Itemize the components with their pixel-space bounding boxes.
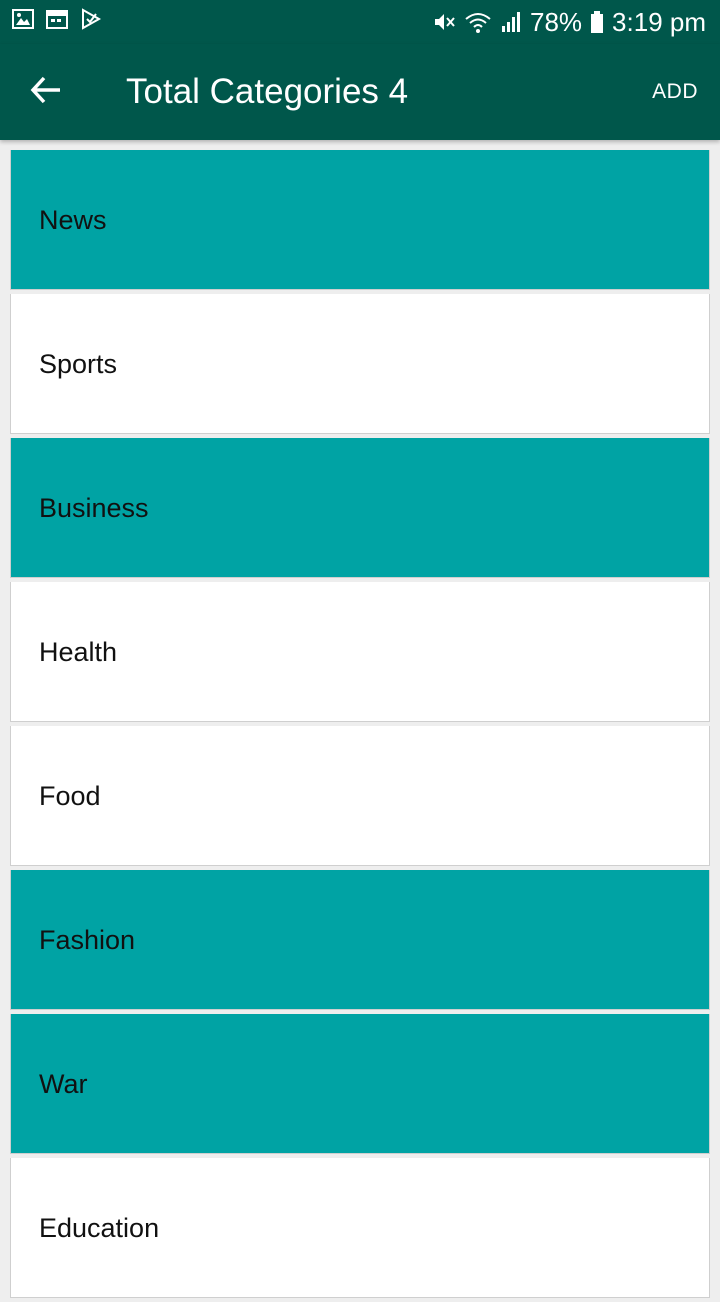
app-bar: Total Categories 4 ADD bbox=[0, 44, 720, 140]
category-list: News Sports Business Health Food Fashion War Ed… bbox=[10, 150, 710, 1302]
status-left-icons bbox=[12, 8, 102, 30]
signal-icon bbox=[500, 10, 522, 34]
category-label: Education bbox=[39, 1212, 160, 1243]
category-label: Health bbox=[39, 636, 118, 667]
battery-percent: 78% bbox=[530, 7, 583, 37]
page-title: Total Categories 4 bbox=[126, 72, 409, 111]
gallery-icon bbox=[12, 8, 34, 30]
wifi-icon bbox=[464, 10, 492, 34]
category-item-sports[interactable]: Sports bbox=[10, 294, 710, 434]
status-time: 3:19 pm bbox=[612, 7, 706, 37]
category-label: Fashion bbox=[39, 924, 136, 955]
category-item-education[interactable]: Education bbox=[10, 1158, 710, 1298]
category-item-business[interactable]: Business bbox=[10, 438, 710, 578]
category-item-health[interactable]: Health bbox=[10, 582, 710, 722]
arrow-back-icon bbox=[30, 76, 62, 109]
category-item-food[interactable]: Food bbox=[10, 726, 710, 866]
category-label: Sports bbox=[39, 348, 118, 379]
category-item-war[interactable]: War bbox=[10, 1014, 710, 1154]
category-item-fashion[interactable]: Fashion bbox=[10, 870, 710, 1010]
category-item-news[interactable]: News bbox=[10, 150, 710, 290]
mute-icon bbox=[432, 10, 456, 34]
add-button[interactable]: ADD bbox=[652, 78, 698, 106]
status-right-area: 78% 3:19 pm bbox=[432, 6, 706, 38]
back-button[interactable] bbox=[20, 68, 72, 116]
calendar-icon bbox=[46, 8, 68, 30]
category-label: Business bbox=[39, 492, 149, 523]
battery-icon bbox=[590, 10, 604, 34]
play-store-icon bbox=[80, 8, 102, 30]
status-bar: 78% 3:19 pm bbox=[0, 0, 720, 44]
category-label: Food bbox=[39, 780, 101, 811]
category-label: War bbox=[39, 1068, 88, 1099]
category-label: News bbox=[39, 204, 107, 235]
